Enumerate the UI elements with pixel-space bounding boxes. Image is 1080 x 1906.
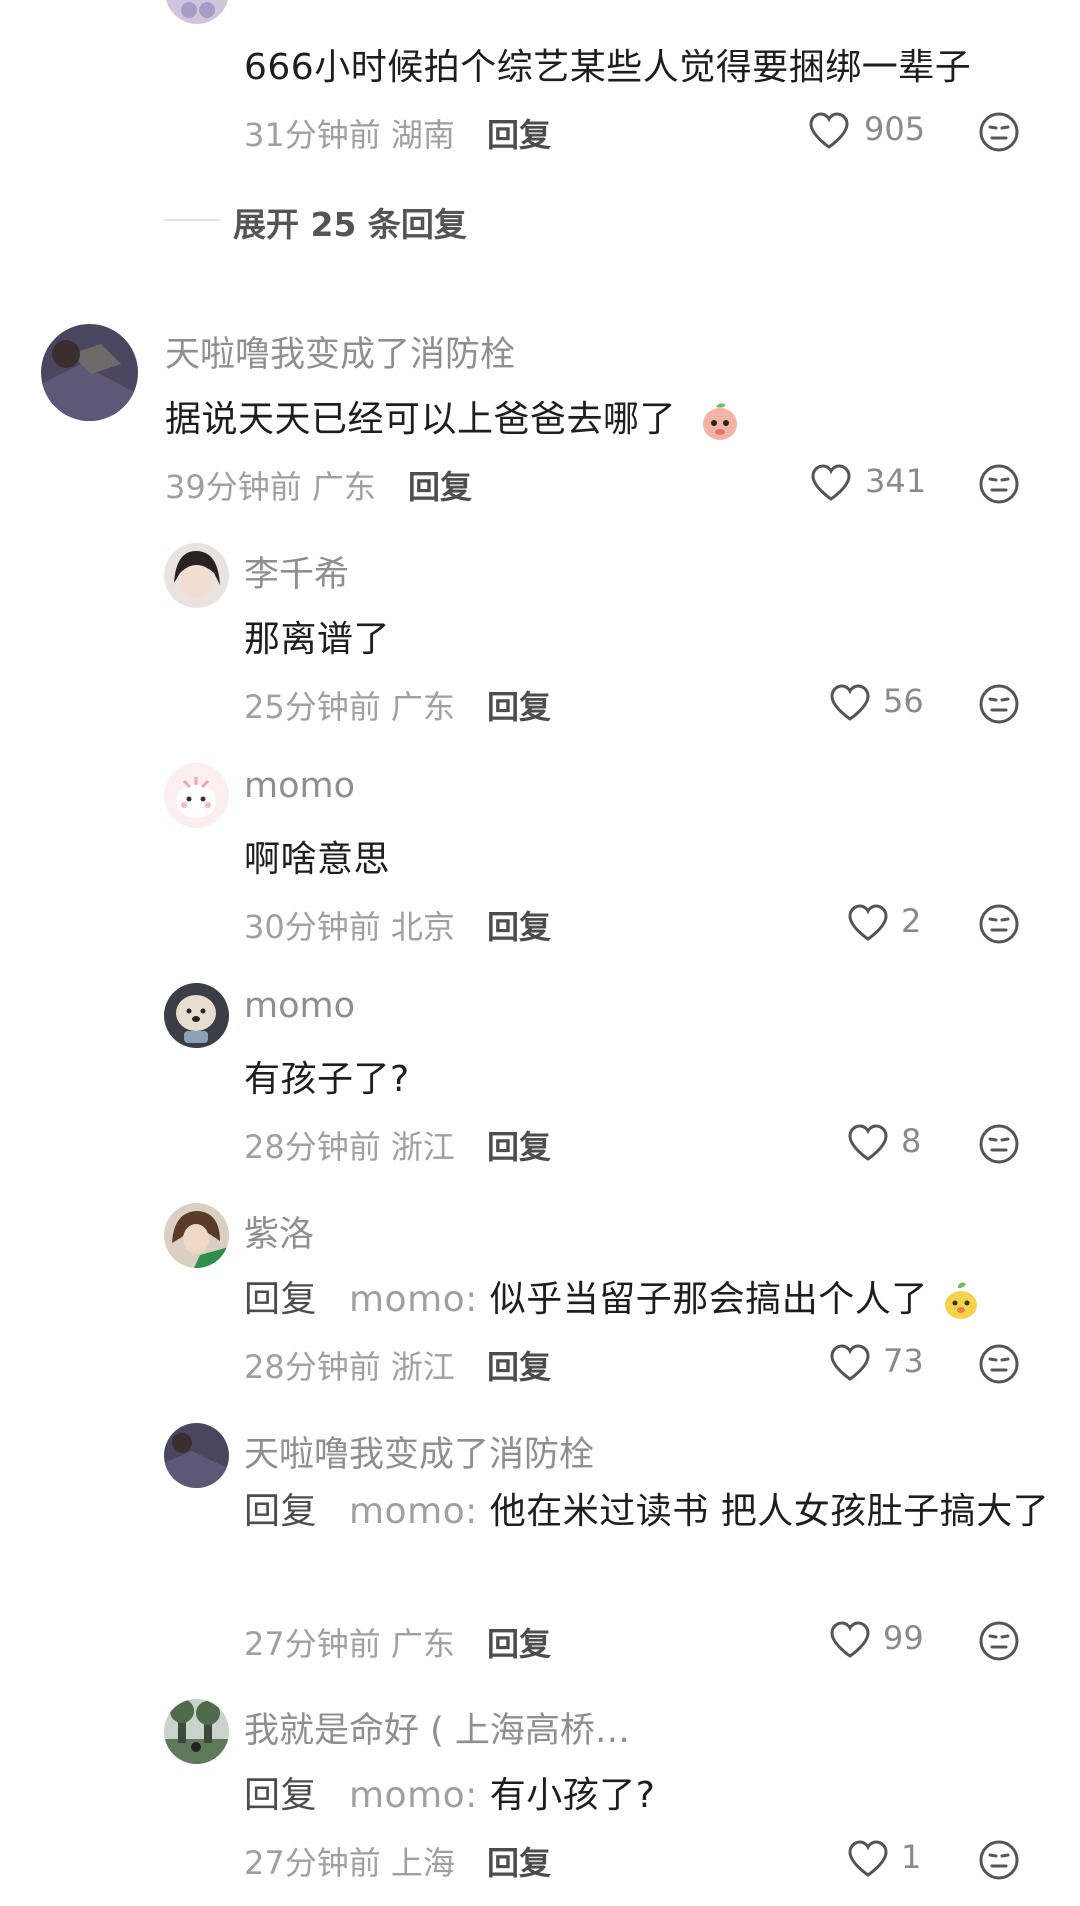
- reply-prefix: 回复: [244, 1491, 318, 1532]
- avatar[interactable]: [41, 324, 138, 421]
- expand-replies-button[interactable]: 展开 25 条回复: [233, 198, 467, 246]
- dislike-face-icon[interactable]: [978, 903, 1020, 945]
- username[interactable]: 天啦噜我变成了消防栓: [165, 326, 515, 377]
- mention[interactable]: momo:: [349, 1775, 478, 1816]
- peach-emoji-icon: [702, 403, 737, 440]
- comment-meta: 31分钟前 湖南: [244, 116, 455, 154]
- avatar[interactable]: [165, 0, 229, 24]
- mention[interactable]: momo:: [349, 1491, 478, 1532]
- avatar[interactable]: [164, 1203, 229, 1268]
- heart-icon[interactable]: [847, 1124, 889, 1162]
- comment-text: 回复 momo: 似乎当留子那会搞出个人了: [244, 1270, 982, 1322]
- comment-meta: 28分钟前 浙江: [244, 1128, 455, 1166]
- reply-button[interactable]: 回复: [487, 682, 551, 728]
- comment-text: 据说天天已经可以上爸爸去哪了: [165, 390, 742, 443]
- dislike-face-icon[interactable]: [978, 1123, 1020, 1165]
- avatar[interactable]: [164, 1423, 229, 1488]
- comment-text: 回复 momo: 有小孩了?: [244, 1775, 656, 1816]
- avatar[interactable]: [164, 1699, 229, 1764]
- avatar[interactable]: [164, 543, 229, 608]
- comment-meta: 39分钟前 广东: [165, 468, 376, 506]
- heart-icon[interactable]: [808, 112, 850, 150]
- username[interactable]: momo: [244, 986, 355, 1026]
- heart-icon[interactable]: [847, 1840, 889, 1878]
- pear-emoji-icon: [944, 1282, 977, 1319]
- dislike-face-icon[interactable]: [978, 111, 1020, 153]
- heart-icon[interactable]: [847, 904, 889, 942]
- like-count: 2: [901, 902, 922, 940]
- comment-text: 啊啥意思: [244, 839, 391, 880]
- username[interactable]: 我就是命好 ( 上海高桥…: [244, 1702, 630, 1753]
- like-count: 73: [883, 1342, 924, 1380]
- comment-meta: 27分钟前 广东: [244, 1625, 455, 1663]
- username[interactable]: 天啦噜我变成了消防栓: [244, 1426, 594, 1477]
- comment-text: 有孩子了?: [244, 1059, 410, 1100]
- heart-icon[interactable]: [829, 1344, 871, 1382]
- expand-divider: [164, 219, 220, 221]
- reply-button[interactable]: 回复: [487, 1838, 551, 1884]
- heart-icon[interactable]: [829, 684, 871, 722]
- like-count: 8: [901, 1122, 922, 1160]
- reply-button[interactable]: 回复: [487, 110, 551, 156]
- reply-button[interactable]: 回复: [487, 1342, 551, 1388]
- like-count: 905: [864, 110, 926, 148]
- reply-button[interactable]: 回复: [408, 462, 472, 508]
- reply-button[interactable]: 回复: [487, 902, 551, 948]
- comment-meta: 28分钟前 浙江: [244, 1348, 455, 1386]
- dislike-face-icon[interactable]: [978, 1620, 1020, 1662]
- comment-text: 回复 momo: 他在米过读书 把人女孩肚子搞大了: [244, 1491, 1050, 1532]
- username[interactable]: 李千希: [244, 546, 349, 597]
- username[interactable]: 紫洛: [244, 1206, 314, 1257]
- heart-icon[interactable]: [829, 1621, 871, 1659]
- mention[interactable]: momo:: [349, 1279, 478, 1320]
- comment-meta: 30分钟前 北京: [244, 908, 455, 946]
- comment-meta: 27分钟前 上海: [244, 1844, 455, 1882]
- like-count: 1: [901, 1838, 922, 1876]
- like-count: 56: [883, 682, 924, 720]
- avatar[interactable]: [164, 763, 229, 828]
- like-count: 341: [865, 462, 927, 500]
- reply-prefix: 回复: [244, 1279, 318, 1320]
- dislike-face-icon[interactable]: [978, 1839, 1020, 1881]
- dislike-face-icon[interactable]: [978, 1343, 1020, 1385]
- reply-button[interactable]: 回复: [487, 1619, 551, 1665]
- comment-text: 666小时候拍个综艺某些人觉得要捆绑一辈子: [244, 47, 972, 88]
- username[interactable]: momo: [244, 766, 355, 806]
- avatar[interactable]: [164, 983, 229, 1048]
- reply-prefix: 回复: [244, 1775, 318, 1816]
- heart-icon[interactable]: [810, 464, 852, 502]
- comment-meta: 25分钟前 广东: [244, 688, 455, 726]
- like-count: 99: [883, 1619, 924, 1657]
- dislike-face-icon[interactable]: [978, 683, 1020, 725]
- reply-button[interactable]: 回复: [487, 1122, 551, 1168]
- dislike-face-icon[interactable]: [978, 463, 1020, 505]
- comment-text: 那离谱了: [244, 619, 391, 660]
